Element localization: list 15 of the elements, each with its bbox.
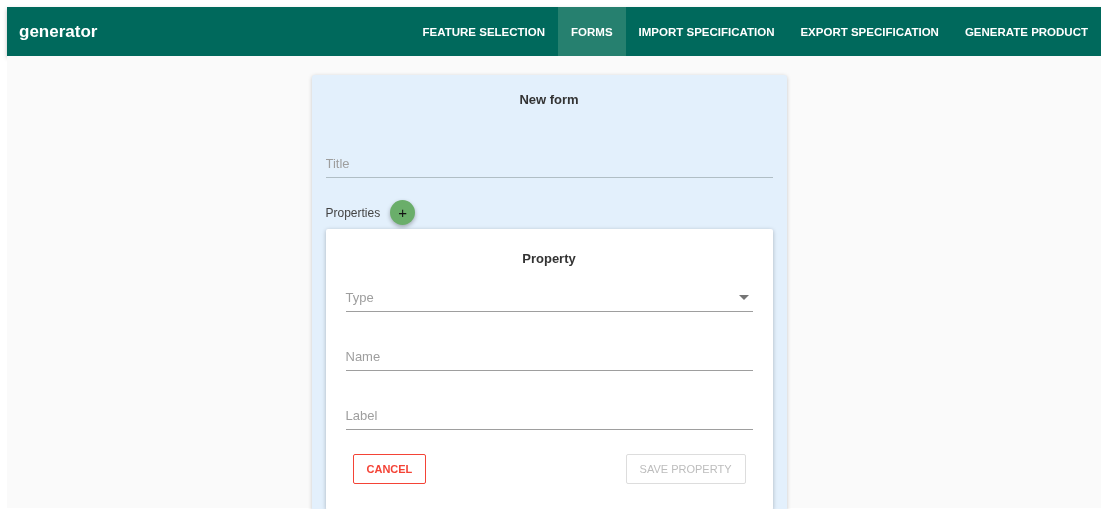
input-field[interactable]: Label: [345, 404, 753, 430]
caret-icon: [738, 295, 749, 300]
add-property-button[interactable]: +: [390, 200, 416, 225]
title-field[interactable]: Title: [325, 152, 773, 178]
app-title: generator: [18, 21, 98, 42]
form-heading: New form: [518, 92, 580, 107]
nav-tab[interactable]: FORMS: [558, 7, 626, 56]
nav-tab[interactable]: EXPORT SPECIFICATION: [787, 7, 952, 56]
nav-tab[interactable]: GENERATE PRODUCT: [951, 7, 1101, 56]
cancel-button[interactable]: CANCEL: [352, 454, 427, 484]
input-field[interactable]: Name: [345, 345, 753, 371]
nav-tab[interactable]: IMPORT SPECIFICATION: [625, 7, 788, 56]
nav-tab[interactable]: FEATURE SELECTION: [409, 7, 559, 56]
property-heading: Property: [521, 251, 577, 266]
properties-label: Properties: [325, 205, 381, 220]
